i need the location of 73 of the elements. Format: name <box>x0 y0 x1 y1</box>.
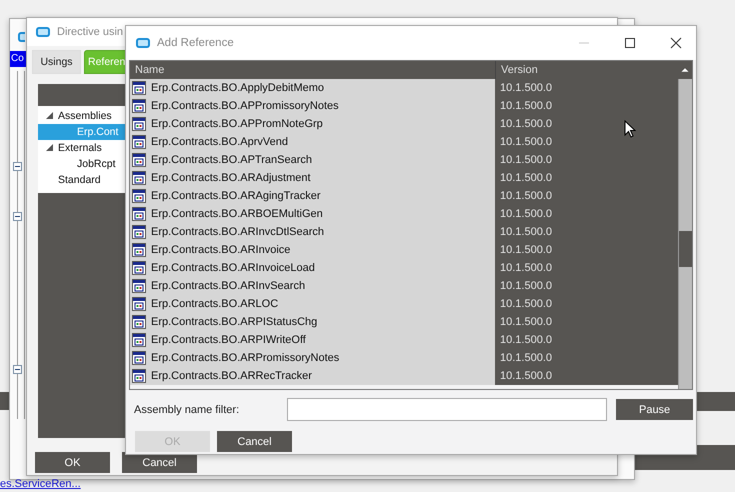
pause-button[interactable]: Pause <box>616 399 693 420</box>
table-cell: Erp.Contracts.BO.ARPIWriteOff <box>130 331 495 349</box>
table-cell: Erp.Contracts.BO.APPromissoryNotes <box>130 97 495 115</box>
dialog-button[interactable]: Cancel <box>217 431 292 452</box>
table-cell: 10.1.500.0 <box>495 241 678 259</box>
window-icon <box>132 225 146 239</box>
window-icon <box>132 207 146 221</box>
window-icon <box>132 153 146 167</box>
window-icon <box>132 117 146 131</box>
table-cell: Erp.Contracts.BO.ARBOEMultiGen <box>130 205 495 223</box>
filter-field[interactable] <box>287 398 608 421</box>
window-icon <box>132 351 146 365</box>
window-icon <box>132 171 146 185</box>
table-cell: Erp.Contracts.BO.ARLOC <box>130 295 495 313</box>
table-cell: Erp.Contracts.BO.ARAdjustment <box>130 169 495 187</box>
table-cell: 10.1.500.0 <box>495 331 678 349</box>
window-icon <box>132 297 146 311</box>
table-cell: Erp.Contracts.BO.APPromNoteGrp <box>130 115 495 133</box>
table-cell: 10.1.500.0 <box>495 169 678 187</box>
table-cell: 10.1.500.0 <box>495 97 678 115</box>
window-icon <box>132 315 146 329</box>
link[interactable]: es.ServiceRen... <box>0 478 81 490</box>
expanded-icon[interactable] <box>46 144 54 152</box>
table-cell: 10.1.500.0 <box>495 349 678 367</box>
window-icon <box>132 243 146 257</box>
table-cell: 10.1.500.0 <box>495 151 678 169</box>
window-icon <box>35 26 51 38</box>
table-cell: Erp.Contracts.BO.ARInvoiceLoad <box>130 259 495 277</box>
close-icon[interactable] <box>670 37 682 49</box>
table-cell: Erp.Contracts.BO.ARPIStatusChg <box>130 313 495 331</box>
window-title: Directive usin <box>57 26 124 38</box>
window-icon <box>132 279 146 293</box>
table-cell: Erp.Contracts.BO.APTranSearch <box>130 151 495 169</box>
table-cell: 10.1.500.0 <box>495 277 678 295</box>
filter-label: Assembly name filter: <box>134 404 240 416</box>
table-cell: 10.1.500.0 <box>495 79 678 97</box>
expanded-icon[interactable] <box>46 112 54 120</box>
column-header[interactable]: Name <box>130 61 495 79</box>
table-cell: 10.1.500.0 <box>495 133 678 151</box>
table-cell: Erp.Contracts.BO.ARInvcDtlSearch <box>130 223 495 241</box>
maximize-icon[interactable] <box>624 37 636 49</box>
window-icon <box>132 99 146 113</box>
table-cell: Erp.Contracts.BO.ARInvoice <box>130 241 495 259</box>
collapse-icon[interactable] <box>13 162 22 171</box>
table-cell: 10.1.500.0 <box>495 115 678 133</box>
scrollbar[interactable] <box>678 79 692 389</box>
window-icon <box>132 333 146 347</box>
table-cell: 10.1.500.0 <box>495 313 678 331</box>
window-icon <box>135 37 151 49</box>
table-cell: Erp.Contracts.BO.AprvVend <box>130 133 495 151</box>
table-cell: Erp.Contracts.BO.ARAgingTracker <box>130 187 495 205</box>
table-cell: 10.1.500.0 <box>495 367 678 385</box>
window-icon <box>132 369 146 383</box>
window-icon <box>132 261 146 275</box>
window-title: Add Reference <box>157 37 234 49</box>
table-cell: 10.1.500.0 <box>495 295 678 313</box>
window-icon <box>132 189 146 203</box>
dialog-button[interactable]: OK <box>35 452 110 473</box>
table-cell: 10.1.500.0 <box>495 259 678 277</box>
table-cell: Erp.Contracts.BO.ApplyDebitMemo <box>130 79 495 97</box>
table-cell: 10.1.500.0 <box>495 187 678 205</box>
window-icon <box>18 32 25 42</box>
cursor-icon <box>624 120 636 138</box>
table-cell: Erp.Contracts.BO.ARInvSearch <box>130 277 495 295</box>
table-cell: Erp.Contracts.BO.ARRecTracker <box>130 367 495 385</box>
collapse-icon[interactable] <box>13 212 22 221</box>
window-icon <box>132 81 146 95</box>
table-cell: Erp.Contracts.BO.ARPromissoryNotes <box>130 349 495 367</box>
window-icon <box>132 135 146 149</box>
table-cell: 10.1.500.0 <box>495 205 678 223</box>
collapse-icon[interactable] <box>13 365 22 374</box>
tab[interactable]: Usings <box>32 50 81 74</box>
table-cell: 10.1.500.0 <box>495 223 678 241</box>
